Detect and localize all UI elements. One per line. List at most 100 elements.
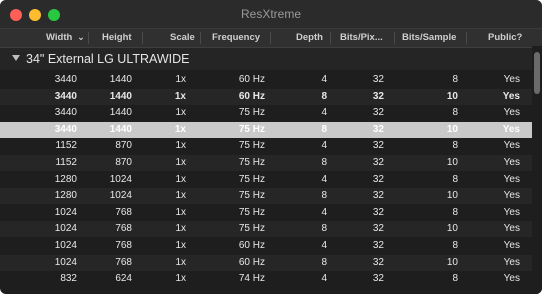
- column-divider[interactable]: [330, 32, 331, 44]
- cell-width: 1024: [54, 240, 77, 251]
- table-row[interactable]: 1280 1024 1x 75 Hz 4 32 8 Yes: [0, 172, 532, 188]
- cell-bits-sample: 8: [452, 206, 458, 218]
- cell-bits-pixel: 32: [372, 74, 384, 85]
- cell-depth: 4: [321, 107, 327, 119]
- cell-frequency: 60 Hz: [238, 90, 265, 102]
- cell-depth: 8: [321, 123, 327, 135]
- cell-depth: 8: [321, 256, 327, 268]
- table-row[interactable]: 1024 768 1x 60 Hz 8 32 10 Yes: [0, 254, 532, 271]
- cell-public: Yes: [503, 256, 520, 268]
- sort-chevron-icon: ⌄: [76, 32, 85, 43]
- cell-depth: 8: [321, 190, 327, 202]
- cell-height: 624: [115, 273, 132, 285]
- cell-height: 768: [115, 256, 132, 268]
- cell-public: Yes: [503, 273, 520, 285]
- cell-frequency: 75 Hz: [238, 190, 265, 202]
- cell-width: 3440: [54, 107, 77, 119]
- scrollbar-thumb[interactable]: [534, 52, 540, 94]
- cell-bits-sample: 10: [446, 223, 458, 235]
- cell-bits-pixel: 32: [372, 223, 384, 235]
- cell-height: 768: [115, 206, 132, 218]
- cell-depth: 8: [321, 157, 327, 168]
- cell-depth: 4: [321, 273, 327, 285]
- title-bar[interactable]: ResXtreme: [0, 0, 542, 28]
- table-row[interactable]: 1024 768 1x 75 Hz 8 32 10 Yes: [0, 221, 532, 238]
- column-divider[interactable]: [200, 32, 201, 44]
- cell-frequency: 75 Hz: [238, 173, 265, 185]
- cell-public: Yes: [503, 107, 520, 119]
- cell-scale: 1x: [175, 256, 186, 268]
- cell-public: Yes: [503, 157, 520, 168]
- cell-scale: 1x: [175, 240, 186, 251]
- table-row[interactable]: 3440 1440 1x 75 Hz 8 32 10 Yes: [0, 121, 532, 138]
- table-row[interactable]: 1024 768 1x 75 Hz 4 32 8 Yes: [0, 205, 532, 221]
- column-header-height[interactable]: Height: [102, 32, 132, 43]
- cell-scale: 1x: [175, 206, 186, 218]
- cell-bits-pixel: 32: [372, 90, 384, 102]
- table-row[interactable]: 1024 768 1x 60 Hz 4 32 8 Yes: [0, 238, 532, 254]
- table-row[interactable]: 3440 1440 1x 60 Hz 8 32 10 Yes: [0, 88, 532, 105]
- column-divider[interactable]: [88, 32, 89, 44]
- column-header-width[interactable]: Width ⌄: [46, 32, 85, 43]
- disclosure-triangle-icon[interactable]: [12, 55, 20, 61]
- column-header-bits-per-sample[interactable]: Bits/Sample: [402, 32, 456, 43]
- cell-bits-pixel: 32: [372, 190, 384, 202]
- cell-bits-sample: 10: [446, 190, 458, 202]
- column-header-label: Width: [46, 32, 73, 43]
- column-divider[interactable]: [270, 32, 271, 44]
- column-divider[interactable]: [142, 32, 143, 44]
- table-row[interactable]: 3440 1440 1x 60 Hz 4 32 8 Yes: [0, 72, 532, 88]
- vertical-scrollbar[interactable]: [532, 46, 542, 294]
- cell-bits-sample: 8: [452, 240, 458, 251]
- cell-bits-pixel: 32: [372, 107, 384, 119]
- table-row[interactable]: 1280 1024 1x 75 Hz 8 32 10 Yes: [0, 188, 532, 205]
- cell-width: 832: [60, 273, 77, 285]
- cell-bits-pixel: 32: [372, 157, 384, 168]
- cell-bits-sample: 10: [446, 256, 458, 268]
- table-row[interactable]: 832 624 1x 74 Hz 4 32 8 Yes: [0, 271, 532, 287]
- window-title: ResXtreme: [240, 7, 302, 21]
- cell-frequency: 75 Hz: [238, 107, 265, 119]
- table-row[interactable]: 1152 870 1x 75 Hz 8 32 10 Yes: [0, 155, 532, 171]
- cell-width: 1024: [54, 223, 77, 235]
- cell-depth: 4: [321, 240, 327, 251]
- column-header-bits-per-pixel[interactable]: Bits/Pix...: [340, 32, 383, 43]
- display-group-row[interactable]: 34" External LG ULTRAWIDE: [0, 48, 532, 70]
- cell-bits-pixel: 32: [372, 240, 384, 251]
- cell-scale: 1x: [175, 140, 186, 152]
- cell-width: 3440: [54, 74, 77, 85]
- table-row[interactable]: 1152 870 1x 75 Hz 4 32 8 Yes: [0, 138, 532, 154]
- cell-bits-pixel: 32: [372, 256, 384, 268]
- cell-width: 1280: [54, 173, 77, 185]
- column-header-public[interactable]: Public?: [488, 32, 522, 43]
- column-header-depth[interactable]: Depth: [296, 32, 323, 43]
- cell-height: 1440: [109, 90, 132, 102]
- column-header-scale[interactable]: Scale: [170, 32, 195, 43]
- cell-depth: 4: [321, 206, 327, 218]
- cell-scale: 1x: [175, 190, 186, 202]
- cell-frequency: 60 Hz: [238, 240, 265, 251]
- cell-width: 1024: [54, 256, 77, 268]
- cell-bits-sample: 10: [446, 123, 458, 135]
- cell-bits-sample: 8: [452, 74, 458, 85]
- cell-frequency: 75 Hz: [238, 206, 265, 218]
- column-divider[interactable]: [466, 32, 467, 44]
- cell-bits-sample: 8: [452, 140, 458, 152]
- cell-scale: 1x: [174, 123, 186, 135]
- cell-frequency: 75 Hz: [238, 140, 265, 152]
- cell-public: Yes: [503, 173, 520, 185]
- table-row[interactable]: 3440 1440 1x 75 Hz 4 32 8 Yes: [0, 105, 532, 121]
- cell-bits-sample: 10: [446, 157, 458, 168]
- cell-height: 768: [115, 240, 132, 251]
- cell-frequency: 75 Hz: [238, 223, 265, 235]
- cell-width: 3440: [54, 90, 77, 102]
- cell-scale: 1x: [175, 223, 186, 235]
- column-divider[interactable]: [394, 32, 395, 44]
- cell-height: 1440: [109, 123, 132, 135]
- cell-depth: 4: [321, 140, 327, 152]
- cell-bits-sample: 10: [446, 90, 458, 102]
- column-header-frequency[interactable]: Frequency: [212, 32, 260, 43]
- cell-public: Yes: [503, 240, 520, 251]
- cell-height: 870: [115, 157, 132, 168]
- cell-width: 3440: [54, 123, 77, 135]
